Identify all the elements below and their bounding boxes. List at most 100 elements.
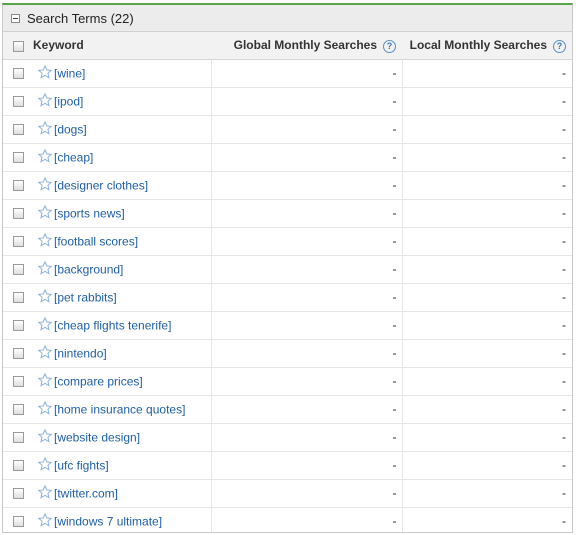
panel-header: Search Terms (22) [3, 5, 572, 32]
row-checkbox-cell [3, 367, 33, 395]
keyword-cell: [background] [33, 255, 212, 283]
global-searches-value: - [211, 171, 403, 199]
star-icon[interactable] [37, 176, 53, 194]
row-checkbox[interactable] [12, 404, 24, 416]
keyword-cell: [ufc fights] [33, 451, 212, 479]
star-icon[interactable] [37, 344, 53, 362]
row-checkbox[interactable] [12, 348, 24, 360]
keyword-link[interactable]: [website design] [54, 430, 140, 444]
star-icon[interactable] [37, 400, 53, 418]
table-row: [cheap] - - [3, 143, 572, 171]
global-searches-column-header[interactable]: Global Monthly Searches? [211, 32, 402, 59]
select-all-checkbox[interactable] [12, 40, 24, 52]
keyword-column-label: Keyword [33, 38, 84, 53]
search-terms-panel: Search Terms (22) Keyword Global Monthly… [2, 3, 573, 533]
global-searches-value: - [211, 59, 403, 87]
keyword-cell: [compare prices] [33, 367, 212, 395]
table-header-row: Keyword Global Monthly Searches? Local M… [3, 32, 572, 59]
row-checkbox[interactable] [12, 488, 24, 500]
keyword-column-header[interactable]: Keyword [33, 32, 211, 59]
keyword-link[interactable]: [ipod] [54, 94, 83, 108]
keyword-link[interactable]: [wine] [54, 66, 85, 80]
row-checkbox-cell [3, 451, 33, 479]
keyword-link[interactable]: [sports news] [54, 206, 125, 220]
keyword-link[interactable]: [pet rabbits] [54, 290, 117, 304]
row-checkbox[interactable] [12, 516, 24, 528]
global-searches-value: - [211, 451, 403, 479]
star-icon[interactable] [37, 260, 53, 278]
global-searches-value: - [211, 339, 403, 367]
star-icon[interactable] [37, 428, 53, 446]
row-checkbox[interactable] [12, 460, 24, 472]
local-searches-value: - [562, 206, 566, 220]
row-checkbox-cell [3, 311, 33, 339]
local-searches-value: - [562, 458, 566, 472]
star-icon[interactable] [37, 120, 53, 138]
keyword-cell: [ipod] [33, 87, 212, 115]
keyword-link[interactable]: [compare prices] [54, 374, 143, 388]
global-searches-value: - [211, 227, 403, 255]
keyword-link[interactable]: [background] [54, 262, 123, 276]
row-checkbox[interactable] [12, 432, 24, 444]
table-row: [ufc fights] - - [3, 451, 572, 479]
table-row: [dogs] - - [3, 115, 572, 143]
row-checkbox-cell [3, 227, 33, 255]
star-icon[interactable] [37, 288, 53, 306]
keyword-link[interactable]: [home insurance quotes] [54, 402, 185, 416]
global-searches-value: - [211, 199, 403, 227]
row-checkbox[interactable] [12, 124, 24, 136]
table-row: [website design] - - [3, 423, 572, 451]
collapse-icon[interactable] [11, 13, 20, 23]
keyword-link[interactable]: [twitter.com] [54, 486, 118, 500]
row-checkbox[interactable] [12, 376, 24, 388]
global-searches-value: - [211, 395, 403, 423]
star-icon[interactable] [37, 484, 53, 502]
row-checkbox[interactable] [12, 180, 24, 192]
star-icon[interactable] [37, 232, 53, 250]
row-checkbox-cell [3, 59, 33, 87]
keyword-cell: [cheap flights tenerife] [33, 311, 212, 339]
panel-title: Search Terms (22) [27, 10, 134, 26]
row-checkbox-cell [3, 479, 33, 507]
help-icon[interactable]: ? [553, 39, 566, 53]
star-icon[interactable] [37, 64, 53, 82]
keyword-link[interactable]: [ufc fights] [54, 458, 109, 472]
table-row: [pet rabbits] - - [3, 283, 572, 311]
keyword-link[interactable]: [nintendo] [54, 346, 107, 360]
row-checkbox[interactable] [12, 68, 24, 80]
row-checkbox[interactable] [12, 152, 24, 164]
table-row: [twitter.com] - - [3, 479, 572, 507]
star-icon[interactable] [37, 372, 53, 390]
keyword-link[interactable]: [designer clothes] [54, 178, 148, 192]
keyword-cell: [twitter.com] [33, 479, 212, 507]
keyword-link[interactable]: [dogs] [54, 122, 87, 136]
row-checkbox-cell [3, 171, 33, 199]
help-icon[interactable]: ? [383, 39, 396, 53]
star-icon[interactable] [37, 512, 53, 530]
row-checkbox[interactable] [12, 292, 24, 304]
star-icon[interactable] [37, 456, 53, 474]
local-searches-value: - [562, 178, 566, 192]
local-searches-column-header[interactable]: Local Monthly Searches? [402, 32, 572, 59]
star-icon[interactable] [37, 316, 53, 334]
global-searches-value: - [211, 255, 403, 283]
row-checkbox[interactable] [12, 264, 24, 276]
keyword-link[interactable]: [football scores] [54, 234, 138, 248]
keyword-link[interactable]: [windows 7 ultimate] [54, 514, 162, 528]
star-icon[interactable] [37, 204, 53, 222]
star-icon[interactable] [37, 92, 53, 110]
row-checkbox[interactable] [12, 96, 24, 108]
local-searches-value: - [562, 150, 566, 164]
row-checkbox[interactable] [12, 236, 24, 248]
keyword-cell: [website design] [33, 423, 212, 451]
keyword-link[interactable]: [cheap flights tenerife] [54, 318, 171, 332]
star-icon[interactable] [37, 148, 53, 166]
row-checkbox-cell [3, 423, 33, 451]
row-checkbox[interactable] [12, 208, 24, 220]
row-checkbox[interactable] [12, 320, 24, 332]
keyword-cell: [windows 7 ultimate] [33, 507, 212, 532]
keyword-link[interactable]: [cheap] [54, 150, 93, 164]
table-row: [nintendo] - - [3, 339, 572, 367]
row-checkbox-cell [3, 143, 33, 171]
keyword-cell: [cheap] [33, 143, 212, 171]
